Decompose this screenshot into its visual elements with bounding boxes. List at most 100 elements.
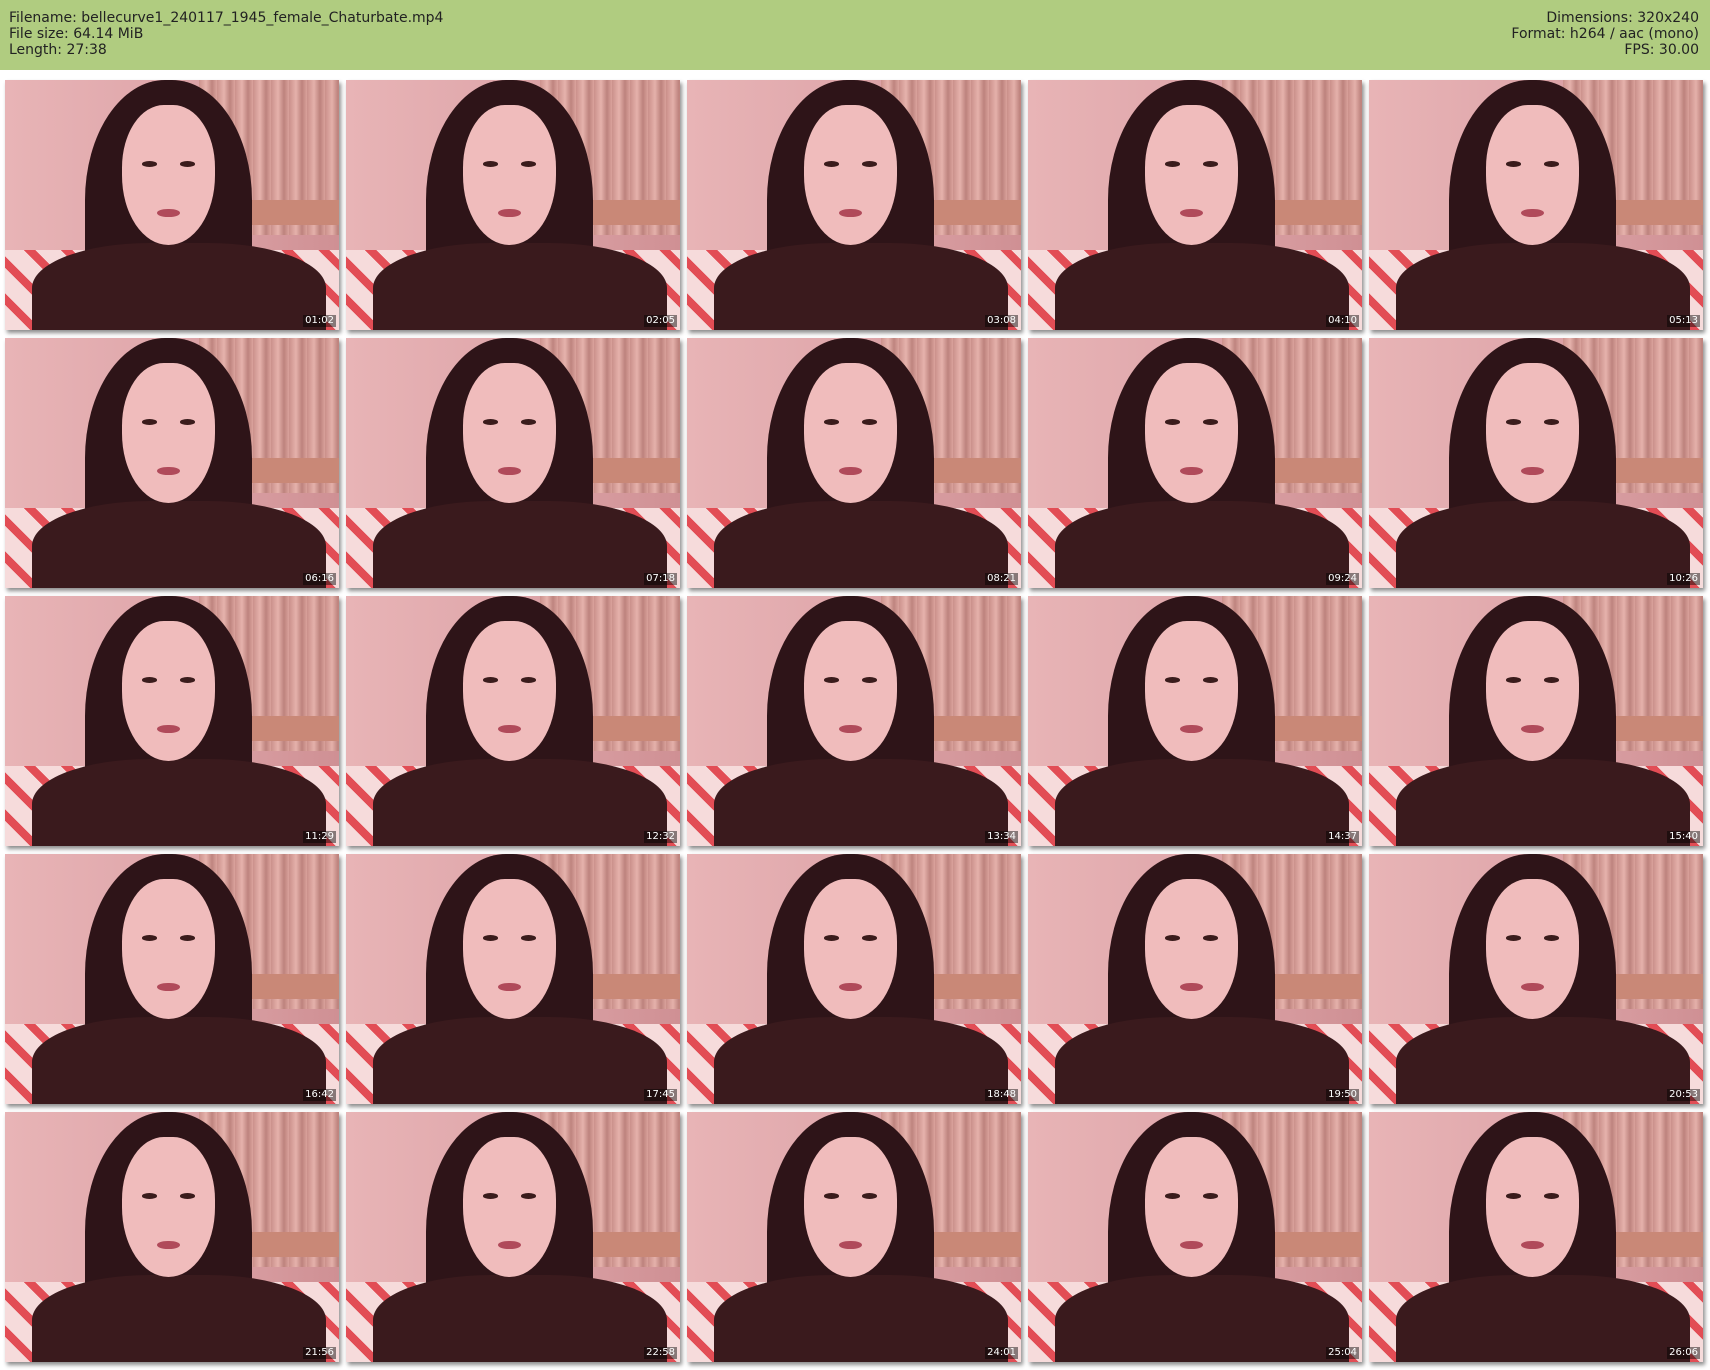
mouth-shape — [1521, 982, 1544, 991]
sweater-shape — [713, 758, 1008, 846]
sweater-shape — [31, 1016, 326, 1104]
frame-timestamp: 14:37 — [1326, 831, 1359, 843]
face-shape — [803, 621, 898, 761]
video-frame-thumbnail: 24:01 — [687, 1112, 1021, 1362]
video-frame-thumbnail: 16:42 — [5, 854, 339, 1104]
eye-shape — [142, 419, 158, 425]
frame-timestamp: 25:04 — [1326, 1347, 1359, 1359]
mouth-shape — [1180, 466, 1203, 475]
mouth-shape — [1521, 1240, 1544, 1249]
frame-timestamp: 05:13 — [1667, 315, 1700, 327]
eye-shape — [824, 161, 840, 167]
eye-shape — [1202, 161, 1218, 167]
video-frame-thumbnail: 10:26 — [1369, 338, 1703, 588]
eye-shape — [861, 419, 877, 425]
mouth-shape — [839, 724, 862, 733]
eye-shape — [1165, 935, 1181, 941]
sweater-shape — [1395, 1016, 1690, 1104]
eye-shape — [824, 935, 840, 941]
video-frame-thumbnail: 21:56 — [5, 1112, 339, 1362]
sweater-shape — [31, 500, 326, 588]
eye-shape — [1165, 677, 1181, 683]
sweater-shape — [31, 1274, 326, 1362]
frame-timestamp: 09:24 — [1326, 573, 1359, 585]
mouth-shape — [498, 724, 521, 733]
mouth-shape — [1521, 724, 1544, 733]
mouth-shape — [1521, 466, 1544, 475]
video-frame-thumbnail: 09:24 — [1028, 338, 1362, 588]
frame-timestamp: 24:01 — [985, 1347, 1018, 1359]
face-shape — [121, 879, 216, 1019]
eye-shape — [1506, 935, 1522, 941]
mouth-shape — [157, 208, 180, 217]
face-shape — [462, 363, 557, 503]
eye-shape — [142, 161, 158, 167]
eye-shape — [1543, 935, 1559, 941]
face-shape — [462, 621, 557, 761]
eye-shape — [861, 935, 877, 941]
eye-shape — [520, 419, 536, 425]
mouth-shape — [498, 982, 521, 991]
eye-shape — [483, 161, 499, 167]
sweater-shape — [372, 1274, 667, 1362]
sweater-shape — [1395, 758, 1690, 846]
frame-timestamp: 04:10 — [1326, 315, 1359, 327]
face-shape — [1144, 1137, 1239, 1277]
eye-shape — [179, 161, 195, 167]
sweater-shape — [1395, 1274, 1690, 1362]
face-shape — [462, 879, 557, 1019]
video-frame-thumbnail: 17:45 — [346, 854, 680, 1104]
frame-timestamp: 06:16 — [303, 573, 336, 585]
video-frame-thumbnail: 11:29 — [5, 596, 339, 846]
frame-timestamp: 15:40 — [1667, 831, 1700, 843]
eye-shape — [861, 1193, 877, 1199]
frame-timestamp: 02:05 — [644, 315, 677, 327]
mouth-shape — [498, 466, 521, 475]
mouth-shape — [157, 982, 180, 991]
sweater-shape — [372, 242, 667, 330]
sweater-shape — [713, 1274, 1008, 1362]
face-shape — [462, 105, 557, 245]
video-frame-thumbnail: 20:53 — [1369, 854, 1703, 1104]
eye-shape — [1165, 419, 1181, 425]
eye-shape — [179, 1193, 195, 1199]
eye-shape — [824, 677, 840, 683]
frame-timestamp: 18:48 — [985, 1089, 1018, 1101]
face-shape — [1144, 621, 1239, 761]
sweater-shape — [372, 500, 667, 588]
mouth-shape — [498, 208, 521, 217]
sweater-shape — [713, 242, 1008, 330]
video-frame-thumbnail: 18:48 — [687, 854, 1021, 1104]
eye-shape — [861, 161, 877, 167]
video-frame-thumbnail: 14:37 — [1028, 596, 1362, 846]
video-frame-thumbnail: 04:10 — [1028, 80, 1362, 330]
face-shape — [1485, 105, 1580, 245]
eye-shape — [483, 935, 499, 941]
video-frame-thumbnail: 01:02 — [5, 80, 339, 330]
face-shape — [803, 105, 898, 245]
frame-timestamp: 16:42 — [303, 1089, 336, 1101]
frame-timestamp: 07:18 — [644, 573, 677, 585]
face-shape — [803, 879, 898, 1019]
sweater-shape — [31, 242, 326, 330]
face-shape — [1485, 879, 1580, 1019]
eye-shape — [520, 935, 536, 941]
eye-shape — [483, 419, 499, 425]
sweater-shape — [1054, 1274, 1349, 1362]
face-shape — [1485, 363, 1580, 503]
eye-shape — [1543, 419, 1559, 425]
eye-shape — [1506, 419, 1522, 425]
video-frame-thumbnail: 02:05 — [346, 80, 680, 330]
mouth-shape — [839, 466, 862, 475]
frame-timestamp: 26:06 — [1667, 1347, 1700, 1359]
mouth-shape — [1180, 724, 1203, 733]
mouth-shape — [1521, 208, 1544, 217]
eye-shape — [1202, 1193, 1218, 1199]
sweater-shape — [31, 758, 326, 846]
sweater-shape — [1395, 242, 1690, 330]
mouth-shape — [157, 1240, 180, 1249]
face-shape — [1144, 363, 1239, 503]
frame-timestamp: 11:29 — [303, 831, 336, 843]
eye-shape — [1506, 161, 1522, 167]
eye-shape — [483, 1193, 499, 1199]
